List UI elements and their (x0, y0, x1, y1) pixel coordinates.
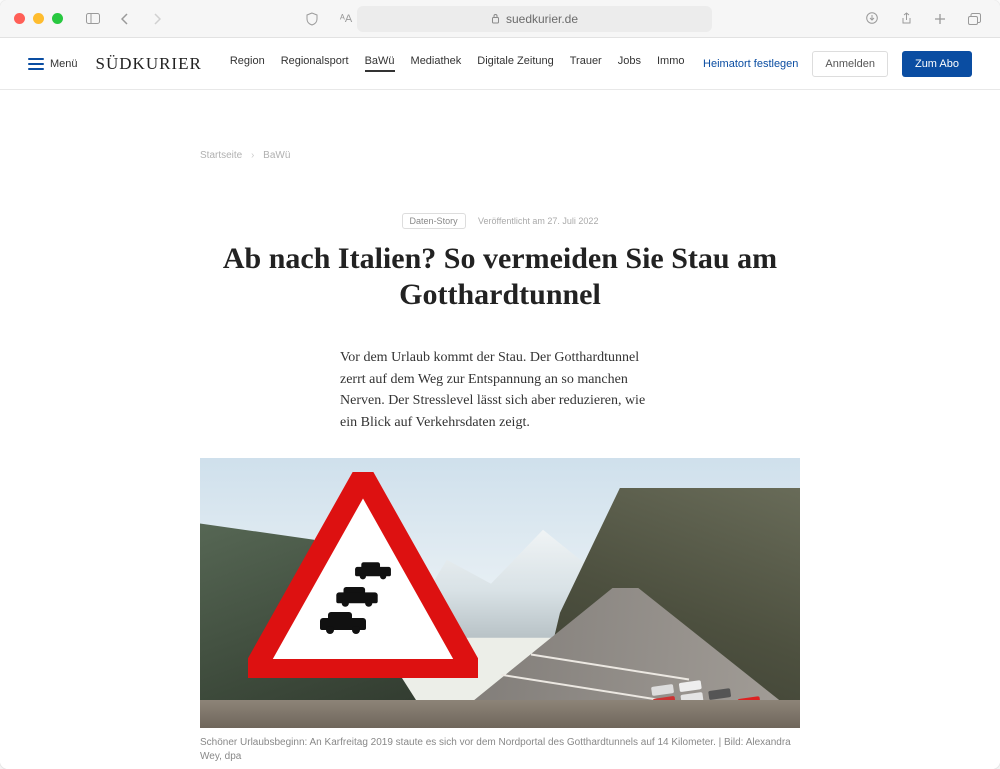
tabs-icon[interactable] (962, 7, 986, 31)
chevron-right-icon: › (251, 150, 254, 161)
address-bar[interactable]: suedkurier.de (357, 6, 712, 32)
nav-trauer[interactable]: Trauer (570, 55, 602, 72)
nav-bawue[interactable]: BaWü (365, 55, 395, 72)
close-window-icon[interactable] (14, 13, 25, 24)
main-nav: Region Regionalsport BaWü Mediathek Digi… (230, 55, 685, 72)
nav-immo[interactable]: Immo (657, 55, 685, 72)
traffic-jam-sign-icon (248, 472, 478, 678)
text-size-icon[interactable]: ᴬA (334, 7, 358, 31)
hero-figure (200, 458, 800, 728)
sidebar-toggle-icon[interactable] (81, 7, 105, 31)
breadcrumb-home[interactable]: Startseite (200, 150, 242, 161)
category-badge: Daten-Story (402, 213, 466, 229)
article-title: Ab nach Italien? So vermeiden Sie Stau a… (200, 241, 800, 313)
nav-regionalsport[interactable]: Regionalsport (281, 55, 349, 72)
download-icon[interactable] (860, 7, 884, 31)
publish-date: Veröffentlicht am 27. Juli 2022 (478, 216, 598, 226)
menu-toggle[interactable]: Menü (28, 58, 78, 70)
breadcrumb: Startseite › BaWü (200, 150, 800, 161)
new-tab-icon[interactable] (928, 7, 952, 31)
forward-button[interactable] (145, 7, 169, 31)
url-text: suedkurier.de (506, 12, 578, 26)
subscribe-button[interactable]: Zum Abo (902, 51, 972, 77)
login-button[interactable]: Anmelden (812, 51, 888, 77)
nav-region[interactable]: Region (230, 55, 265, 72)
nav-mediathek[interactable]: Mediathek (411, 55, 462, 72)
article-lede: Vor dem Urlaub kommt der Stau. Der Gotth… (340, 347, 660, 434)
window-controls (14, 13, 63, 24)
hamburger-icon (28, 58, 44, 70)
back-button[interactable] (113, 7, 137, 31)
share-icon[interactable] (894, 7, 918, 31)
browser-toolbar: ᴬA suedkurier.de (0, 0, 1000, 38)
set-heimatort-link[interactable]: Heimatort festlegen (703, 58, 798, 70)
browser-window: ᴬA suedkurier.de Menü (0, 0, 1000, 769)
lock-icon (491, 13, 500, 24)
maximize-window-icon[interactable] (52, 13, 63, 24)
site-logo[interactable]: SÜDKURIER (96, 54, 202, 74)
shield-icon[interactable] (300, 7, 324, 31)
site-header: Menü SÜDKURIER Region Regionalsport BaWü… (0, 38, 1000, 90)
page-viewport[interactable]: Menü SÜDKURIER Region Regionalsport BaWü… (0, 38, 1000, 769)
nav-digitale-zeitung[interactable]: Digitale Zeitung (477, 55, 553, 72)
nav-jobs[interactable]: Jobs (618, 55, 641, 72)
hero-image (200, 458, 800, 728)
article-meta: Daten-Story Veröffentlicht am 27. Juli 2… (200, 211, 800, 229)
article: Startseite › BaWü Daten-Story Veröffentl… (180, 90, 820, 769)
minimize-window-icon[interactable] (33, 13, 44, 24)
menu-label: Menü (50, 58, 78, 70)
hero-caption: Schöner Urlaubsbeginn: An Karfreitag 201… (200, 736, 800, 764)
breadcrumb-bawue[interactable]: BaWü (263, 150, 290, 161)
